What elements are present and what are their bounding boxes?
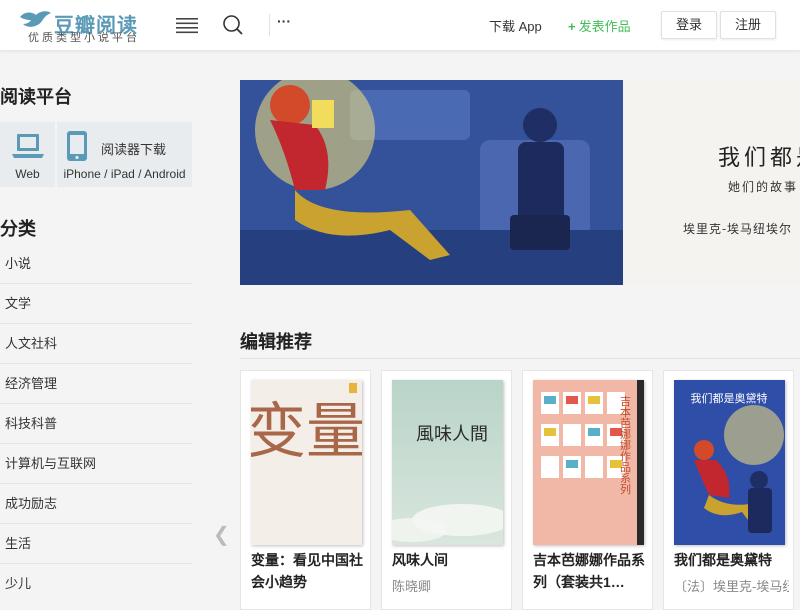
chevron-left-icon[interactable]: ❮ (213, 522, 230, 547)
book-card[interactable]: 变量 变量：看见中国社会小趋势 (240, 370, 371, 610)
platform-web[interactable]: Web (0, 122, 55, 187)
brand-tagline: 优质类型小说平台 (28, 32, 140, 44)
register-button[interactable]: 注册 (720, 11, 776, 39)
banner-text-panel: 我们都是 她们的故事 埃里克-埃马纽埃尔 (623, 80, 800, 285)
top-header: 豆瓣阅读 优质类型小说平台 ··· 下载 App + 发表作品 登录 注册 (0, 0, 800, 51)
book-cover: 吉本芭娜娜作品系列 (533, 380, 644, 545)
book-author: 〔法〕埃里克-埃马纽埃尔·施米特 (674, 579, 789, 594)
category-item-fiction[interactable]: 小说 (0, 244, 192, 284)
cover-title: 吉本芭娜娜作品系列 (619, 395, 632, 495)
platform-web-label: Web (15, 167, 40, 181)
reader-platforms-label: iPhone / iPad / Android (63, 167, 186, 181)
category-item-economics[interactable]: 经济管理 (0, 364, 192, 404)
banner-illustration (240, 80, 623, 285)
category-item-success[interactable]: 成功励志 (0, 484, 192, 524)
book-cover-art: 吉本芭娜娜作品系列 (533, 380, 644, 545)
editor-picks-heading: 编辑推荐 (240, 332, 312, 352)
cover-title-char-1: 变量 (251, 397, 362, 467)
login-button[interactable]: 登录 (661, 11, 717, 39)
section-divider (240, 358, 800, 359)
category-item-humanities[interactable]: 人文社科 (0, 324, 192, 364)
more-menu-icon[interactable]: ··· (277, 13, 291, 29)
download-app-link[interactable]: 下载 App (489, 16, 542, 35)
publish-label: 发表作品 (578, 19, 631, 34)
cover-title: 我们都是奥黛特 (691, 391, 768, 405)
book-card[interactable]: 吉本芭娜娜作品系列 吉本芭娜娜作品系列（套装共1… (522, 370, 653, 610)
category-item-science[interactable]: 科技科普 (0, 404, 192, 444)
book-cover: 变量 (251, 380, 362, 545)
banner-author: 埃里克-埃马纽埃尔 (683, 222, 793, 236)
bird-logo-icon (20, 11, 51, 27)
phone-icon (67, 131, 87, 161)
publish-work-link[interactable]: + 发表作品 (568, 16, 631, 35)
banner-title: 我们都是 (718, 146, 800, 171)
cover-title: 風味人間 (416, 424, 488, 445)
category-item-children[interactable]: 少儿 (0, 564, 192, 604)
book-title: 变量：看见中国社会小趋势 (251, 552, 363, 590)
platform-reader-download[interactable]: 阅读器下载 iPhone / iPad / Android (57, 122, 192, 187)
book-cover: 風味人間 (392, 380, 503, 545)
hamburger-menu-icon[interactable] (176, 16, 198, 34)
book-card[interactable]: 風味人間 风味人间 陈晓卿 (381, 370, 512, 610)
header-divider (269, 14, 270, 36)
search-icon[interactable] (222, 14, 244, 36)
book-author: 陈晓卿 (392, 579, 432, 594)
category-item-computers[interactable]: 计算机与互联网 (0, 444, 192, 484)
plus-icon: + (568, 19, 576, 34)
reading-platform-heading: 阅读平台 (0, 87, 72, 107)
douban-read-logo[interactable]: 豆瓣阅读 优质类型小说平台 (18, 6, 143, 44)
category-item-literature[interactable]: 文学 (0, 284, 192, 324)
book-title: 吉本芭娜娜作品系列（套装共1… (533, 552, 645, 590)
reader-download-label: 阅读器下载 (101, 142, 167, 157)
left-sidebar: 阅读平台 Web 阅读器下载 iPhone / iPad / Android 分… (0, 51, 192, 600)
laptop-icon (12, 134, 44, 158)
book-cover-art: 我们都是奥黛特 (674, 380, 785, 545)
category-item-life[interactable]: 生活 (0, 524, 192, 564)
book-cover-art: 風味人間 (392, 380, 503, 545)
book-cover-art: 变量 (251, 380, 362, 545)
banner-subtitle: 她们的故事 (728, 180, 799, 194)
category-heading: 分类 (0, 219, 36, 239)
book-card[interactable]: 我们都是奥黛特 我们都是奥黛特 〔法〕埃里克-埃马纽埃尔·施米特 (663, 370, 794, 610)
promo-banner[interactable]: 我们都是 她们的故事 埃里克-埃马纽埃尔 (240, 80, 800, 285)
book-cover: 我们都是奥黛特 (674, 380, 785, 545)
